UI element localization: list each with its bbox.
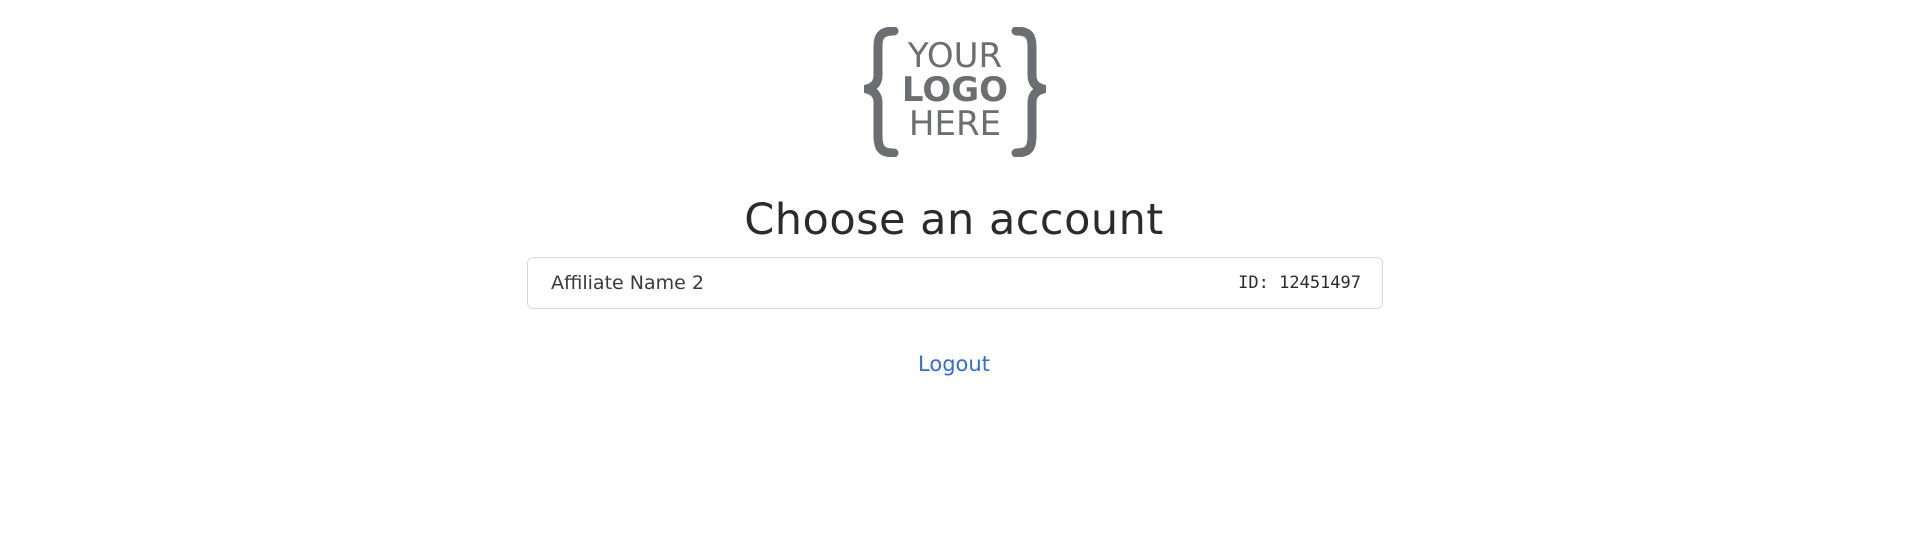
account-list-item[interactable]: Affiliate Name 2 ID: 12451497 [527, 257, 1383, 309]
account-id: ID: 12451497 [1238, 273, 1361, 293]
svg-text:HERE: HERE [909, 104, 1001, 144]
page-title: Choose an account [744, 195, 1164, 245]
account-chooser-page: YOUR LOGO HERE Choose an account Affilia… [0, 0, 1908, 538]
logout-container: Logout [0, 352, 1908, 376]
company-logo: YOUR LOGO HERE [864, 27, 1046, 157]
logout-link[interactable]: Logout [918, 352, 990, 376]
account-name: Affiliate Name 2 [551, 272, 704, 294]
